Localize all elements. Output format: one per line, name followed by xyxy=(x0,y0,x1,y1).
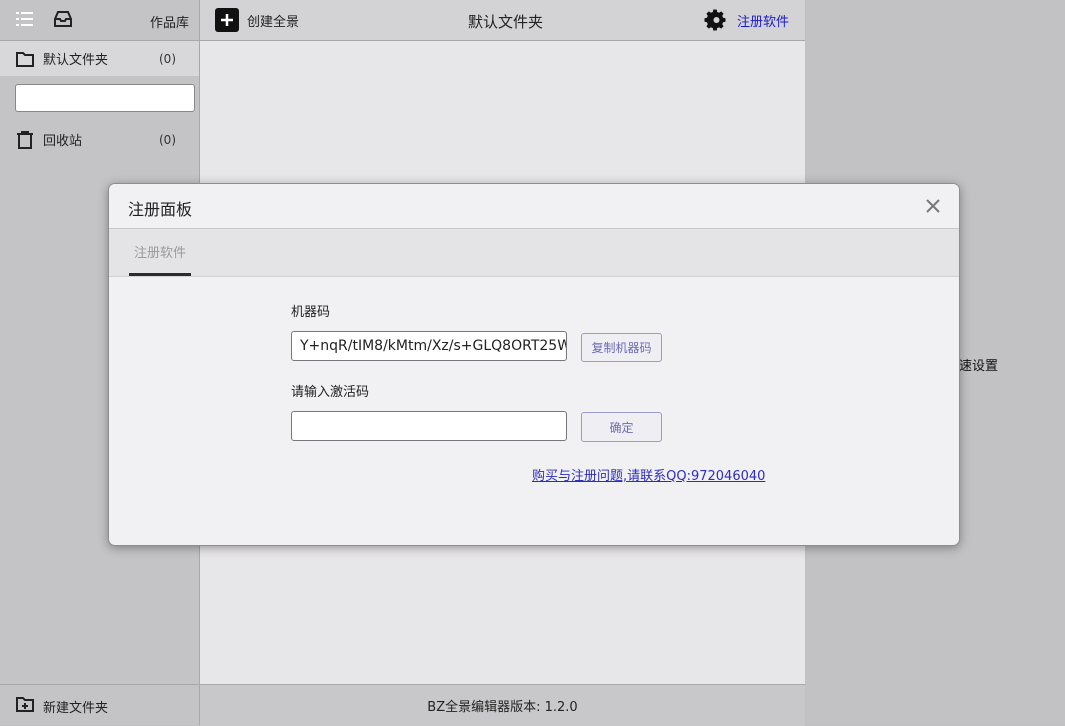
register-dialog: 注册面板 注册软件 机器码 Y+nqR/tIM8/kMtm/Xz/s+GLQ8O… xyxy=(108,183,960,546)
machine-code-label: 机器码 xyxy=(291,305,331,320)
sidebar-item-recycle-bin[interactable]: 回收站 (0) xyxy=(0,122,199,157)
dialog-header: 注册面板 xyxy=(109,184,959,229)
trash-icon xyxy=(15,130,35,150)
inbox-icon[interactable] xyxy=(53,9,73,29)
confirm-button[interactable]: 确定 xyxy=(581,412,662,442)
machine-code-field[interactable]: Y+nqR/tIM8/kMtm/Xz/s+GLQ8ORT25Wn xyxy=(291,331,567,361)
sidebar-header: 作品库 xyxy=(0,0,199,41)
create-panorama-button[interactable]: 创建全景 xyxy=(215,8,299,32)
tab-register-software[interactable]: 注册软件 xyxy=(129,229,191,276)
status-bar: BZ全景编辑器版本: 1.2.0 xyxy=(200,684,805,726)
dialog-tab-bar: 注册软件 xyxy=(109,229,959,277)
new-folder-label: 新建文件夹 xyxy=(43,701,109,716)
current-folder-title: 默认文件夹 xyxy=(468,13,544,31)
create-panorama-label: 创建全景 xyxy=(247,14,300,30)
recycle-bin-count: (0) xyxy=(159,132,176,147)
sidebar-item-default-folder[interactable]: 默认文件夹 (0) xyxy=(0,41,199,76)
library-label: 作品库 xyxy=(150,16,190,31)
register-software-link[interactable]: 注册软件 xyxy=(737,11,789,30)
new-folder-button[interactable]: 新建文件夹 xyxy=(0,684,199,726)
folder-label: 默认文件夹 xyxy=(43,53,109,68)
recycle-bin-label: 回收站 xyxy=(43,134,83,149)
folder-icon xyxy=(15,49,35,69)
version-text: BZ全景编辑器版本: 1.2.0 xyxy=(427,700,578,715)
activation-code-input[interactable] xyxy=(291,411,567,441)
new-folder-icon xyxy=(16,696,34,714)
contact-qq-link[interactable]: 购买与注册问题,请联系QQ:972046040 xyxy=(532,465,765,484)
dialog-title: 注册面板 xyxy=(128,200,193,219)
gear-icon[interactable] xyxy=(703,8,727,32)
main-toolbar: 创建全景 默认文件夹 注册软件 xyxy=(200,0,805,41)
copy-machine-code-button[interactable]: 复制机器码 xyxy=(581,333,662,362)
plus-icon xyxy=(215,8,239,32)
activation-code-label: 请输入激活码 xyxy=(291,385,370,400)
list-menu-icon[interactable] xyxy=(15,9,35,29)
folder-count: (0) xyxy=(159,51,176,66)
folder-name-input[interactable] xyxy=(15,84,195,112)
close-icon[interactable] xyxy=(921,194,945,218)
